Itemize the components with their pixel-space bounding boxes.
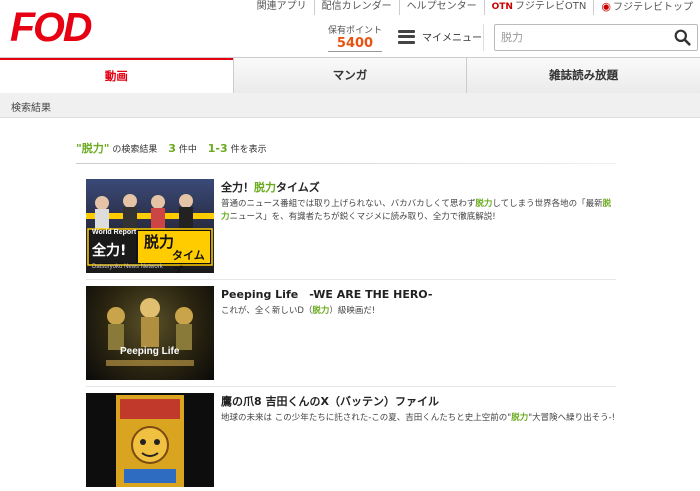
summary-query: "脱力" bbox=[76, 142, 110, 155]
link-fuji-otn[interactable]: OTN フジテレビOTN bbox=[483, 0, 594, 15]
link-fuji-top[interactable]: ◉ フジテレビトップ bbox=[593, 0, 700, 15]
result-title[interactable]: 全力！脱力タイムズ bbox=[221, 179, 320, 195]
thumb-big3: タイムズ bbox=[172, 249, 205, 273]
points-value: 5400 bbox=[328, 36, 383, 52]
otn-label: フジテレビOTN bbox=[514, 1, 587, 12]
result-separator bbox=[86, 386, 616, 387]
my-menu-label: マイメニュー bbox=[422, 33, 482, 44]
fod-logo[interactable]: FOD bbox=[10, 4, 93, 51]
title-part: 全力！ bbox=[221, 181, 254, 194]
thumb-caption: Datsuryoku News Network bbox=[92, 264, 163, 270]
summary-range: 1-3 bbox=[207, 142, 228, 155]
category-tabs: 動画 マンガ 雑誌読み放題 bbox=[0, 57, 700, 95]
tab-video[interactable]: 動画 bbox=[0, 58, 233, 94]
title-part: タイムズ bbox=[276, 181, 320, 194]
search-summary: "脱力" の検索結果 3 件中 1-3 件を表示 bbox=[76, 140, 267, 156]
otn-badge: OTN bbox=[491, 2, 513, 12]
search-box bbox=[494, 24, 698, 51]
link-calendar[interactable]: 配信カレンダー bbox=[313, 0, 399, 15]
summary-label: の検索結果 bbox=[112, 145, 158, 155]
result-title[interactable]: Peeping Life -WE ARE THE HERO- bbox=[221, 286, 432, 302]
result-description: これが、全く新しいD（脱力）級映画だ! bbox=[221, 306, 376, 316]
result-item: World Report 全力! 脱力 タイムズ Datsuryoku News… bbox=[86, 179, 616, 279]
link-help-center[interactable]: ヘルプセンター bbox=[398, 0, 484, 15]
breadcrumb-label: 検索結果 bbox=[11, 103, 51, 114]
tab-magazine[interactable]: 雑誌読み放題 bbox=[466, 58, 700, 94]
result-description: 地球の未来は この少年たちに託された-この夏、吉田くんたちと史上空前の"脱力"大… bbox=[221, 413, 616, 423]
thumbnail-art bbox=[116, 395, 184, 487]
summary-total: 3 bbox=[168, 142, 176, 155]
search-icon[interactable] bbox=[674, 29, 691, 46]
my-menu-button[interactable]: マイメニュー bbox=[398, 29, 482, 44]
header-divider bbox=[483, 24, 484, 51]
thumb-big2: 脱力 bbox=[144, 233, 175, 251]
thumb-big: 全力! bbox=[92, 243, 127, 259]
summary-divider bbox=[76, 163, 616, 164]
link-related-apps[interactable]: 関連アプリ bbox=[250, 0, 314, 15]
points-label: 保有ポイント bbox=[328, 26, 383, 36]
title-highlight: 脱力 bbox=[254, 181, 276, 194]
tab-manga[interactable]: マンガ bbox=[232, 58, 467, 94]
result-thumbnail[interactable] bbox=[86, 393, 214, 487]
summary-range-unit: 件を表示 bbox=[230, 145, 267, 155]
points-display[interactable]: 保有ポイント 5400 bbox=[328, 23, 383, 52]
result-title[interactable]: 鷹の爪8 吉田くんのX（バッテン）ファイル bbox=[221, 393, 439, 409]
breadcrumb: 検索結果 bbox=[0, 93, 700, 118]
fuji-top-label: フジテレビトップ bbox=[613, 2, 693, 13]
result-item: Peeping Life Peeping Life -WE ARE THE HE… bbox=[86, 286, 616, 386]
result-description: 普通のニュース番組では取り上げられない、バカバカしくて思わず脱力してしまう世界各… bbox=[221, 199, 612, 222]
result-thumbnail[interactable]: World Report 全力! 脱力 タイムズ Datsuryoku News… bbox=[86, 179, 214, 273]
fuji-eye-icon: ◉ bbox=[601, 0, 611, 13]
search-input[interactable] bbox=[495, 25, 666, 48]
result-thumbnail[interactable]: Peeping Life bbox=[86, 286, 214, 380]
top-links: 関連アプリ 配信カレンダー ヘルプセンター OTN フジテレビOTN ◉ フジテレビ… bbox=[250, 0, 700, 15]
hamburger-icon bbox=[398, 29, 415, 44]
result-item: 鷹の爪8 吉田くんのX（バッテン）ファイル 地球の未来は この少年たちに託された… bbox=[86, 393, 616, 491]
result-separator bbox=[86, 279, 616, 280]
site-header: FOD 関連アプリ 配信カレンダー ヘルプセンター OTN フジテレビOTN ◉ フ… bbox=[0, 0, 700, 56]
summary-total-unit: 件中 bbox=[178, 145, 197, 155]
thumbnail-art bbox=[106, 298, 194, 366]
thumb-line1: World Report bbox=[92, 229, 137, 236]
thumb-title: Peeping Life bbox=[120, 346, 180, 357]
